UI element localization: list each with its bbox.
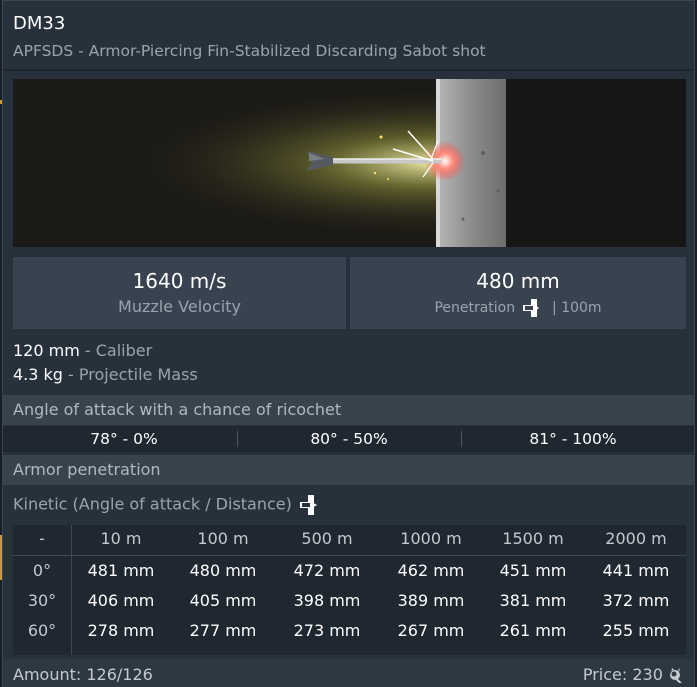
- table-cell: 372 mm: [602, 591, 670, 610]
- column-header: 2000 m: [605, 529, 667, 548]
- card-footer: Amount: 126/126 Price: 230: [3, 659, 694, 687]
- ricochet-section-header: Angle of attack with a chance of ricoche…: [3, 395, 694, 425]
- table-cell: 480 mm: [189, 561, 257, 580]
- muzzle-velocity-label: Muzzle Velocity: [118, 297, 241, 316]
- shell-illustration: [13, 79, 686, 247]
- table-cell: 261 mm: [499, 621, 567, 640]
- silver-lion-icon: [670, 667, 682, 683]
- table-cell: 441 mm: [602, 561, 670, 580]
- column-header: 1500 m: [502, 529, 564, 548]
- muzzle-velocity-value: 1640 m/s: [132, 269, 227, 293]
- caliber-row: 120 mm - Caliber: [13, 341, 152, 360]
- table-cell: 481 mm: [87, 561, 155, 580]
- mass-row: 4.3 kg - Projectile Mass: [13, 365, 198, 384]
- table-corner: -: [39, 529, 45, 548]
- table-cell: 398 mm: [293, 591, 361, 610]
- table-cell: 406 mm: [87, 591, 155, 610]
- shell-type-subtitle: APFSDS - Armor-Piercing Fin-Stabilized D…: [13, 42, 486, 60]
- table-cell: 405 mm: [189, 591, 257, 610]
- muzzle-velocity-box: 1640 m/s Muzzle Velocity: [13, 257, 346, 329]
- penetration-icon: [522, 299, 539, 317]
- penetration-table: - 10 m 100 m 500 m 1000 m 1500 m 2000 m …: [13, 525, 686, 655]
- row-header: 30°: [27, 591, 57, 610]
- price-text: Price: 230: [582, 665, 663, 684]
- table-cell: 273 mm: [293, 621, 361, 640]
- table-cell: 255 mm: [602, 621, 670, 640]
- mass-value: 4.3 kg: [13, 365, 63, 384]
- mass-label: - Projectile Mass: [62, 365, 198, 384]
- row-header: 60°: [27, 621, 57, 640]
- caliber-label: - Caliber: [79, 341, 153, 360]
- column-header: 500 m: [301, 529, 353, 548]
- penetration-label-row: Penetration | 100m: [350, 299, 686, 317]
- ricochet-entry: 80° - 50%: [310, 430, 388, 448]
- ricochet-entry: 81° - 100%: [529, 430, 617, 448]
- table-cell: 381 mm: [499, 591, 567, 610]
- table-cell: 472 mm: [293, 561, 361, 580]
- amount-text: Amount: 126/126: [13, 665, 153, 684]
- kinetic-label: Kinetic (Angle of attack / Distance): [13, 494, 292, 514]
- row-header: 0°: [32, 561, 52, 580]
- penetration-distance: | 100m: [552, 300, 602, 316]
- table-cell: 278 mm: [87, 621, 155, 640]
- shell-title: DM33: [13, 13, 66, 34]
- penetration-box: 480 mm Penetration | 100m: [350, 257, 686, 329]
- penetration-label: Penetration: [434, 300, 516, 316]
- ricochet-entry: 78° - 0%: [90, 430, 158, 448]
- table-cell: 462 mm: [397, 561, 465, 580]
- penetration-value: 480 mm: [476, 269, 560, 293]
- column-header: 1000 m: [400, 529, 462, 548]
- armor-section-header: Armor penetration: [3, 455, 694, 485]
- armor-section-title: Armor penetration: [13, 460, 161, 479]
- table-cell: 451 mm: [499, 561, 567, 580]
- shell-info-card: DM33 APFSDS - Armor-Piercing Fin-Stabili…: [2, 0, 695, 687]
- column-header: 100 m: [197, 529, 249, 548]
- table-cell: 277 mm: [189, 621, 257, 640]
- table-cell: 267 mm: [397, 621, 465, 640]
- price-row: Price: 230: [583, 665, 684, 684]
- penetration-icon: [299, 495, 317, 515]
- kinetic-label-row: Kinetic (Angle of attack / Distance): [13, 494, 325, 516]
- ricochet-section-title: Angle of attack with a chance of ricoche…: [13, 400, 342, 419]
- table-cell: 389 mm: [397, 591, 465, 610]
- divider: [3, 69, 694, 71]
- column-header: 10 m: [100, 529, 142, 548]
- divider: [13, 555, 686, 556]
- ricochet-table: 78° - 0% 80° - 50% 81° - 100%: [3, 426, 694, 452]
- caliber-value: 120 mm: [13, 341, 80, 360]
- apfsds-penetration-illustration: [13, 79, 686, 247]
